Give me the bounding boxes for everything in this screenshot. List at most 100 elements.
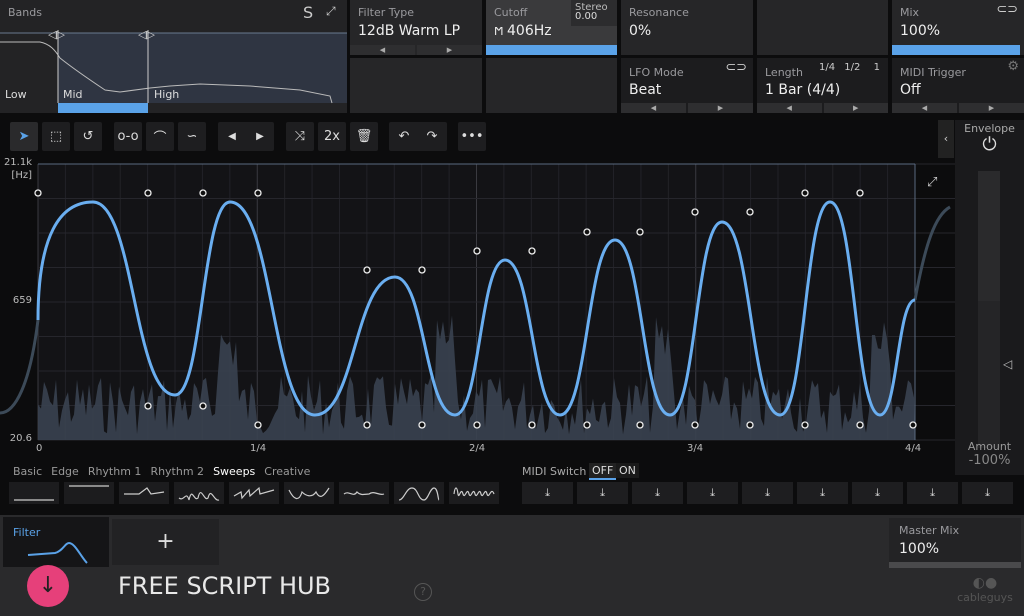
preset-thumbnail[interactable] <box>64 482 114 504</box>
master-mix-control[interactable]: Master Mix 100% <box>889 518 1021 564</box>
curve-node[interactable] <box>363 421 371 429</box>
band-mid[interactable]: Mid <box>63 88 83 101</box>
curve-node[interactable] <box>636 421 644 429</box>
curve-node[interactable] <box>418 421 426 429</box>
midi-slot-download-button[interactable]: ⤓ <box>852 482 903 504</box>
preset-thumbnail[interactable] <box>119 482 169 504</box>
preset-tab-sweeps[interactable]: Sweeps <box>213 465 255 478</box>
curve-node[interactable] <box>528 421 536 429</box>
curve-node[interactable] <box>528 247 536 255</box>
redo-icon[interactable]: ↷ <box>418 129 446 144</box>
curve-node[interactable] <box>34 189 42 197</box>
next-arrow-icon[interactable]: ▶ <box>959 103 1024 113</box>
curve-node[interactable] <box>583 421 591 429</box>
preset-thumbnail[interactable] <box>174 482 224 504</box>
curve-node[interactable] <box>144 189 152 197</box>
midi-slot-download-button[interactable]: ⤓ <box>907 482 958 504</box>
curve-node[interactable] <box>691 208 699 216</box>
preset-tab-creative[interactable]: Creative <box>264 465 310 478</box>
shift-buttons[interactable]: ◀ ▶ <box>218 122 274 151</box>
envelope-editor[interactable] <box>0 155 955 455</box>
curve-node[interactable] <box>746 208 754 216</box>
cutoff-control[interactable]: Cutoff Ϻ 406Hz Stereo 0.00 <box>486 0 617 55</box>
collapse-panel-button[interactable]: ‹ <box>938 120 954 158</box>
curve-node[interactable] <box>636 228 644 236</box>
delete-button[interactable]: 🗑 <box>350 122 378 151</box>
next-arrow-icon[interactable]: ▶ <box>688 103 753 113</box>
midi-slot-download-button[interactable]: ⤓ <box>797 482 848 504</box>
midi-switch-on[interactable]: ON <box>616 463 639 478</box>
fullscreen-icon[interactable]: ⤢ <box>927 175 937 190</box>
curve-node[interactable] <box>583 228 591 236</box>
shift-left-icon[interactable]: ◀ <box>218 131 246 142</box>
s-curve-button[interactable]: ∽ <box>178 122 206 151</box>
length-control[interactable]: Length 1/4 1/2 1 1 Bar (4/4) ◀ ▶ <box>757 58 888 113</box>
curve-node[interactable] <box>909 421 917 429</box>
length-one[interactable]: 1 <box>874 62 880 73</box>
curve-node[interactable] <box>691 421 699 429</box>
shift-right-icon[interactable]: ▶ <box>246 131 274 142</box>
midi-switch-off[interactable]: OFF <box>589 463 617 480</box>
master-mix-bar[interactable] <box>889 562 1021 568</box>
length-half[interactable]: 1/2 <box>844 62 860 73</box>
amount-slider-handle[interactable]: ◁ <box>1003 357 1012 371</box>
curve-node[interactable] <box>199 402 207 410</box>
prev-arrow-icon[interactable]: ◀ <box>757 103 822 113</box>
curve-node[interactable] <box>746 421 754 429</box>
curve-node[interactable] <box>473 421 481 429</box>
next-arrow-icon[interactable]: ▶ <box>417 45 482 55</box>
length-quarter[interactable]: 1/4 <box>819 62 835 73</box>
bands-panel[interactable]: Bands S ⤢ ◁▷ ◁▷ Low Mid High <box>0 0 347 113</box>
preset-thumbnail[interactable] <box>449 482 499 504</box>
linear-curve-button[interactable]: o-o <box>114 122 142 151</box>
prev-arrow-icon[interactable]: ◀ <box>892 103 957 113</box>
amount-slider[interactable] <box>978 171 1000 448</box>
curve-node[interactable] <box>144 402 152 410</box>
preset-thumbnail[interactable] <box>394 482 444 504</box>
curve-node[interactable] <box>199 189 207 197</box>
curve-node[interactable] <box>254 189 262 197</box>
prev-arrow-icon[interactable]: ◀ <box>621 103 686 113</box>
more-button[interactable]: ••• <box>458 122 486 151</box>
randomize-button[interactable]: ⤨ <box>286 122 314 151</box>
preset-tab-rhythm-1[interactable]: Rhythm 1 <box>88 465 142 478</box>
resonance-control[interactable]: Resonance 0% <box>621 0 753 55</box>
link-icon[interactable]: ⊂⊃ <box>725 60 747 75</box>
stereo-control[interactable]: Stereo 0.00 <box>571 0 617 26</box>
midi-slot-download-button[interactable]: ⤓ <box>687 482 738 504</box>
filter-type-control[interactable]: Filter Type 12dB Warm LP ◀ ▶ <box>350 0 482 55</box>
midi-slot-download-button[interactable]: ⤓ <box>962 482 1013 504</box>
preset-thumbnail[interactable] <box>9 482 59 504</box>
curve-node[interactable] <box>418 266 426 274</box>
undo-redo-buttons[interactable]: ↶ ↷ <box>389 122 447 151</box>
undo-icon[interactable]: ↶ <box>390 129 418 144</box>
preset-thumbnail[interactable] <box>284 482 334 504</box>
midi-trigger-control[interactable]: MIDI Trigger ⚙ Off ◀ ▶ <box>892 58 1024 113</box>
midi-slot-download-button[interactable]: ⤓ <box>632 482 683 504</box>
prev-arrow-icon[interactable]: ◀ <box>350 45 415 55</box>
amount-value[interactable]: -100% <box>955 453 1024 468</box>
preset-thumbnail[interactable] <box>229 482 279 504</box>
pointer-tool-button[interactable]: ➤ <box>10 122 38 151</box>
preset-thumbnail[interactable] <box>339 482 389 504</box>
preset-tab-basic[interactable]: Basic <box>13 465 42 478</box>
curve-node[interactable] <box>856 189 864 197</box>
mix-control[interactable]: Mix ⊂⊃ 100% <box>892 0 1024 55</box>
band-high[interactable]: High <box>154 88 179 101</box>
help-icon[interactable]: ? <box>414 583 432 601</box>
curve-node[interactable] <box>801 421 809 429</box>
curve-node[interactable] <box>801 189 809 197</box>
band-low[interactable]: Low <box>5 88 27 101</box>
add-effect-button[interactable]: + <box>112 519 219 565</box>
double-button[interactable]: 2x <box>318 122 346 151</box>
lfo-mode-control[interactable]: LFO Mode ⊂⊃ Beat ◀ ▶ <box>621 58 753 113</box>
select-tool-button[interactable]: ⬚ <box>42 122 70 151</box>
preset-tab-edge[interactable]: Edge <box>51 465 79 478</box>
filter-tab[interactable]: Filter <box>3 517 109 567</box>
curve-node[interactable] <box>254 421 262 429</box>
curve-node[interactable] <box>363 266 371 274</box>
next-arrow-icon[interactable]: ▶ <box>823 103 888 113</box>
link-icon[interactable]: ⊂⊃ <box>996 2 1018 17</box>
draw-tool-button[interactable]: ↺ <box>74 122 102 151</box>
midi-slot-download-button[interactable]: ⤓ <box>522 482 573 504</box>
